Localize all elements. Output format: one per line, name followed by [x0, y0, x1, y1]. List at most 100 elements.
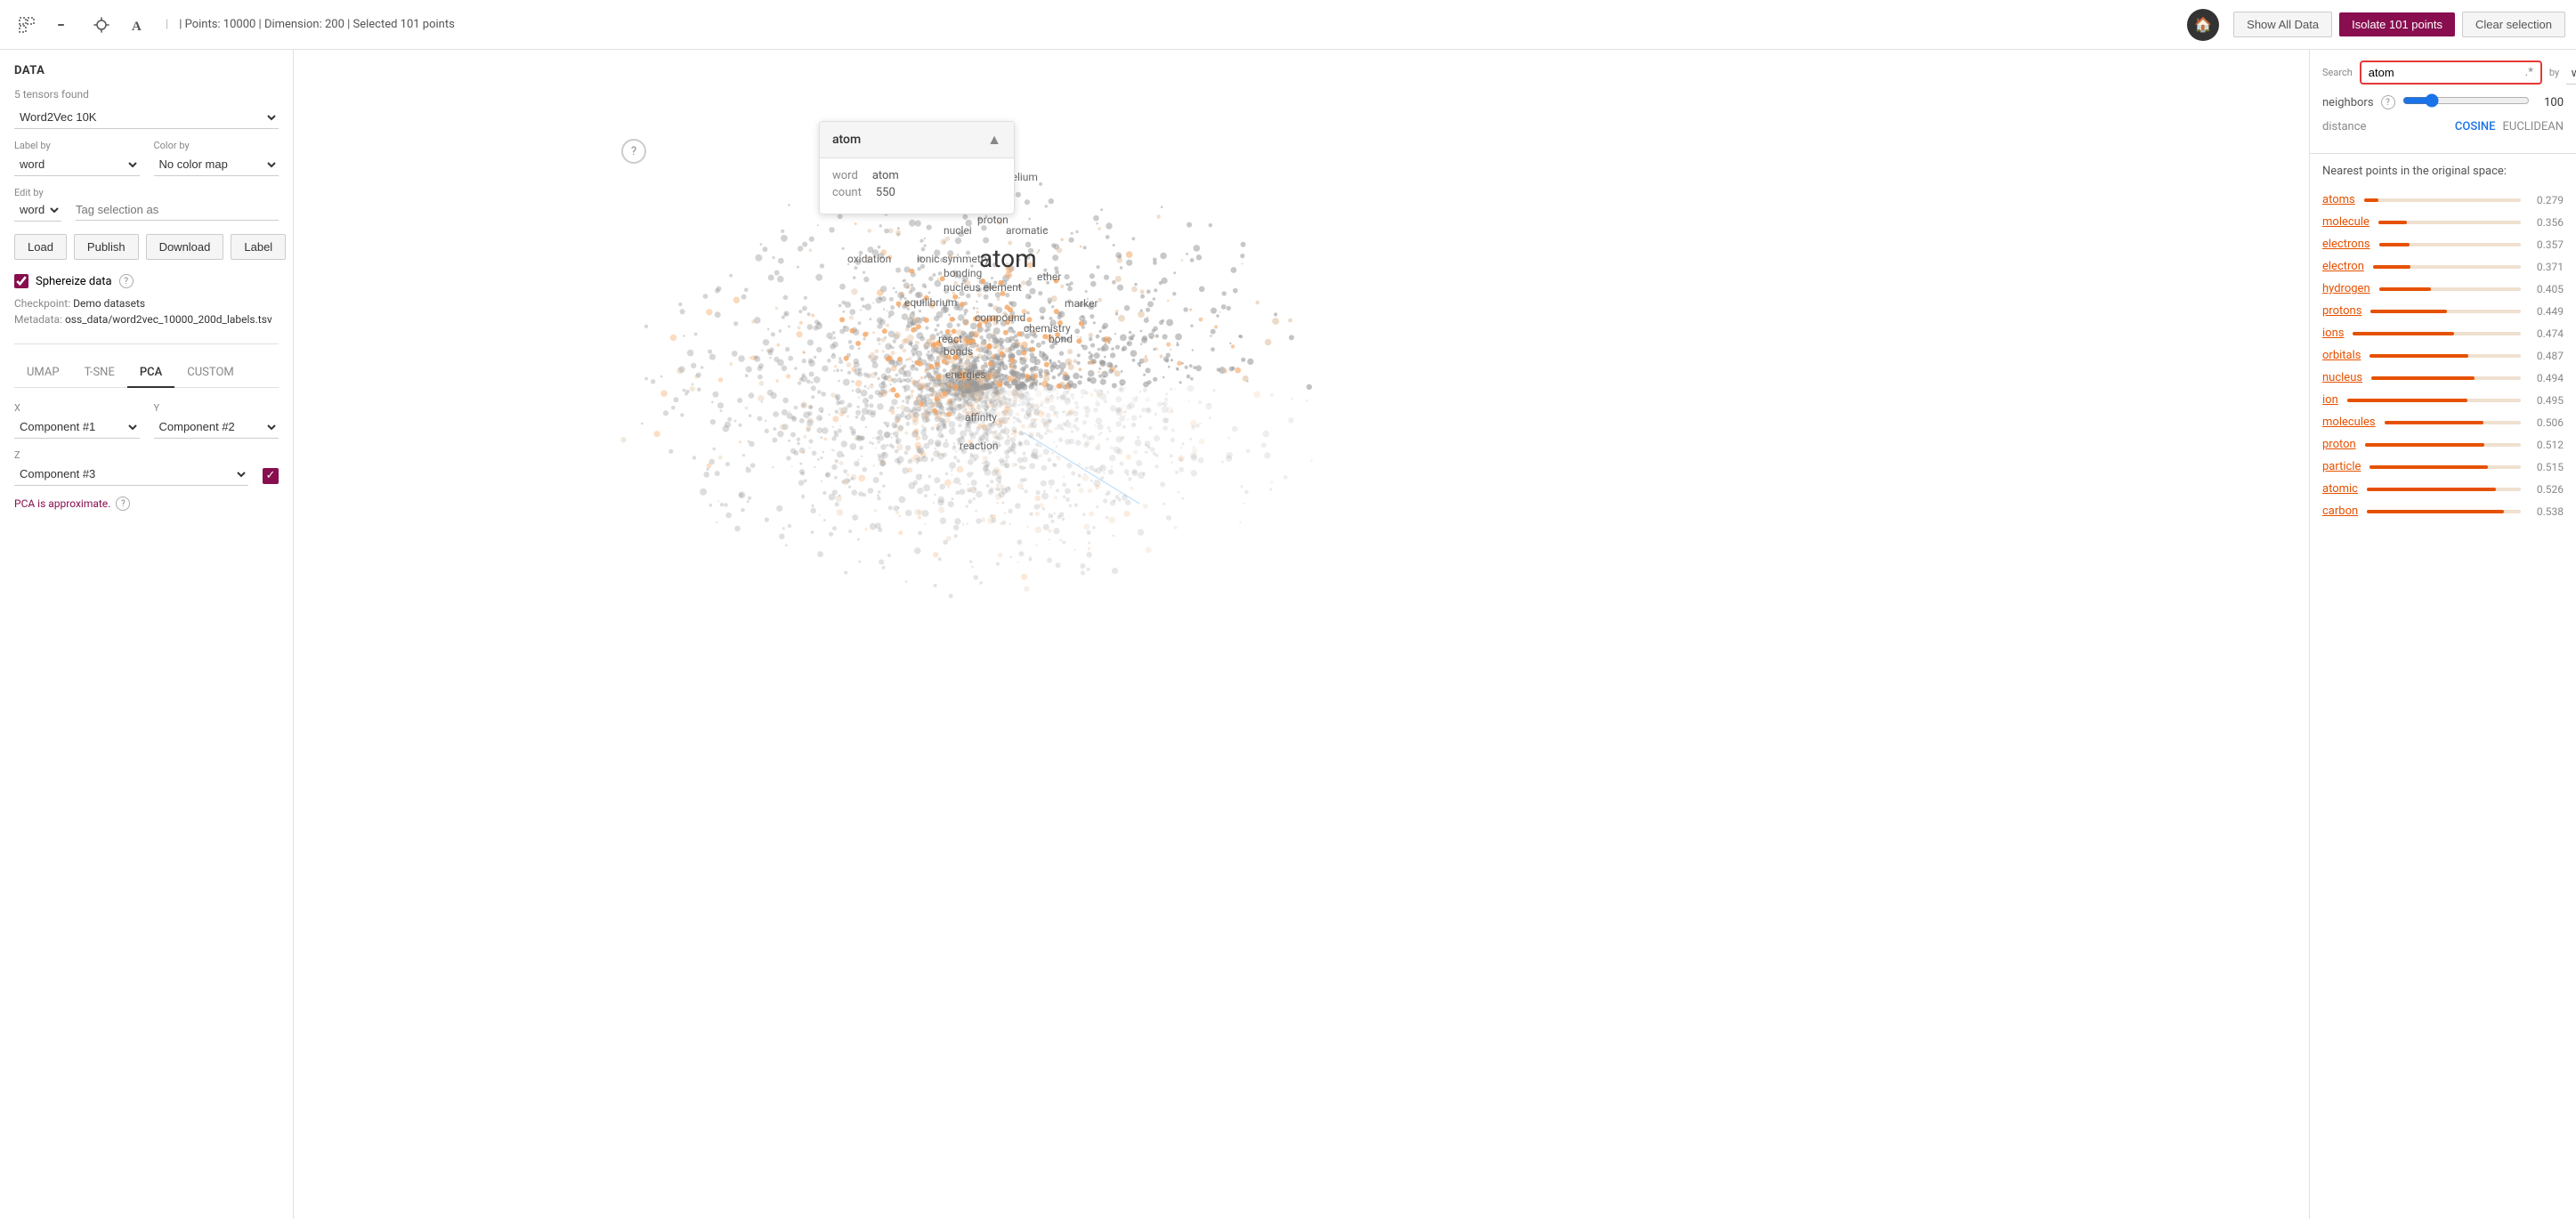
- search-regex[interactable]: .*: [2525, 66, 2533, 79]
- nearest-point-name[interactable]: atomic: [2322, 482, 2358, 496]
- edit-by-select[interactable]: word: [14, 198, 61, 222]
- search-section: Search .* by word neighbors ? 100: [2310, 50, 2576, 154]
- nearest-points-list: atoms 0.279 molecule 0.356 electrons 0.3…: [2322, 189, 2564, 522]
- nearest-point-bar: [2373, 265, 2410, 269]
- nearest-point-name[interactable]: ion: [2322, 393, 2338, 407]
- z-component-col: Z Component #3 Component #1 Component #2: [14, 449, 248, 486]
- nearest-point-name[interactable]: ions: [2322, 327, 2344, 340]
- load-button[interactable]: Load: [14, 234, 67, 260]
- nearest-section: Nearest points in the original space: at…: [2310, 154, 2576, 533]
- neighbors-help-icon[interactable]: ?: [2381, 95, 2395, 109]
- atom-card-close[interactable]: ▲: [987, 131, 1001, 149]
- nearest-point-name[interactable]: electrons: [2322, 238, 2370, 251]
- nearest-point-value: 0.356: [2530, 216, 2564, 229]
- text-icon[interactable]: A: [123, 9, 155, 41]
- by-label: by: [2549, 67, 2559, 78]
- by-select[interactable]: word: [2566, 61, 2576, 85]
- nearest-point-name[interactable]: orbitals: [2322, 349, 2361, 362]
- nearest-point-name[interactable]: proton: [2322, 438, 2356, 451]
- sphereize-label: Sphereize data: [36, 275, 112, 288]
- cosine-button[interactable]: COSINE: [2455, 120, 2496, 133]
- search-input[interactable]: [2369, 66, 2525, 79]
- color-by-select[interactable]: No color map: [154, 153, 279, 176]
- euclidean-button[interactable]: EUCLIDEAN: [2503, 120, 2564, 133]
- visualization-canvas[interactable]: ? ionsacidshydrogenheliumammoniamolecule…: [294, 50, 2309, 1219]
- show-all-button[interactable]: Show All Data: [2233, 12, 2332, 37]
- tensor-select[interactable]: Word2Vec 10K: [14, 106, 279, 129]
- nearest-point-bar-wrap: [2385, 421, 2521, 424]
- tag-selection-input[interactable]: [76, 199, 279, 221]
- night-mode-icon[interactable]: [48, 9, 80, 41]
- nearest-point-value: 0.371: [2530, 261, 2564, 273]
- label-by-label: Label by: [14, 140, 140, 151]
- nearest-point-item[interactable]: nucleus 0.494: [2322, 367, 2564, 389]
- nearest-point-name[interactable]: carbon: [2322, 505, 2358, 518]
- pca-help-icon[interactable]: ?: [116, 496, 130, 511]
- nearest-point-name[interactable]: molecule: [2322, 215, 2369, 229]
- nearest-point-bar-wrap: [2347, 399, 2521, 402]
- y-component-select[interactable]: Component #2 Component #1 Component #3: [154, 416, 279, 439]
- nearest-point-item[interactable]: ion 0.495: [2322, 389, 2564, 411]
- download-button[interactable]: Download: [146, 234, 224, 260]
- nearest-point-item[interactable]: electrons 0.357: [2322, 233, 2564, 255]
- nearest-point-name[interactable]: nucleus: [2322, 371, 2362, 384]
- nearest-point-value: 0.487: [2530, 350, 2564, 362]
- nearest-point-name[interactable]: protons: [2322, 304, 2361, 318]
- nearest-point-item[interactable]: molecules 0.506: [2322, 411, 2564, 433]
- tab-umap[interactable]: UMAP: [14, 359, 72, 388]
- nearest-point-item[interactable]: atoms 0.279: [2322, 189, 2564, 211]
- z-component-select[interactable]: Component #3 Component #1 Component #2: [14, 463, 248, 486]
- home-button[interactable]: 🏠: [2187, 9, 2219, 41]
- sphereize-checkbox[interactable]: [14, 274, 28, 288]
- nearest-point-item[interactable]: molecule 0.356: [2322, 211, 2564, 233]
- publish-button[interactable]: Publish: [74, 234, 139, 260]
- nearest-point-item[interactable]: particle 0.515: [2322, 456, 2564, 478]
- atom-card-count-val: 550: [876, 186, 895, 199]
- x-component-select[interactable]: Component #1 Component #2 Component #3: [14, 416, 140, 439]
- pca-warning-text: PCA is approximate.: [14, 497, 110, 510]
- point-cloud-svg: [294, 50, 2309, 1219]
- nearest-point-name[interactable]: molecules: [2322, 416, 2376, 429]
- nearest-point-name[interactable]: electron: [2322, 260, 2364, 273]
- nearest-point-name[interactable]: particle: [2322, 460, 2361, 473]
- projection-tabs: UMAP T-SNE PCA CUSTOM: [14, 359, 279, 388]
- neighbors-slider[interactable]: [2402, 93, 2530, 108]
- nearest-point-item[interactable]: ions 0.474: [2322, 322, 2564, 344]
- nearest-point-bar-wrap: [2370, 310, 2521, 313]
- z-checkbox[interactable]: [263, 468, 279, 484]
- nearest-point-name[interactable]: atoms: [2322, 193, 2355, 206]
- nearest-point-item[interactable]: electron 0.371: [2322, 255, 2564, 278]
- nearest-point-item[interactable]: atomic 0.526: [2322, 478, 2564, 500]
- atom-card-word-val: atom: [872, 169, 899, 182]
- nearest-point-bar: [2370, 310, 2447, 313]
- nearest-point-value: 0.495: [2530, 394, 2564, 407]
- nearest-point-value: 0.449: [2530, 305, 2564, 318]
- tab-pca[interactable]: PCA: [127, 359, 174, 388]
- isolate-button[interactable]: Isolate 101 points: [2339, 12, 2455, 36]
- nearest-point-bar: [2369, 465, 2488, 469]
- label-by-select[interactable]: word: [14, 153, 140, 176]
- nearest-point-item[interactable]: hydrogen 0.405: [2322, 278, 2564, 300]
- nearest-point-item[interactable]: protons 0.449: [2322, 300, 2564, 322]
- nearest-point-name[interactable]: hydrogen: [2322, 282, 2370, 295]
- clear-selection-button[interactable]: Clear selection: [2462, 12, 2565, 37]
- y-component-col: Y Component #2 Component #1 Component #3: [154, 402, 279, 439]
- nearest-point-item[interactable]: orbitals 0.487: [2322, 344, 2564, 367]
- nearest-point-bar: [2365, 443, 2484, 447]
- nearest-point-value: 0.494: [2530, 372, 2564, 384]
- nearest-point-item[interactable]: proton 0.512: [2322, 433, 2564, 456]
- tab-custom[interactable]: CUSTOM: [174, 359, 246, 388]
- sphereize-help-icon[interactable]: ?: [119, 274, 134, 288]
- color-by-col: Color by No color map: [154, 140, 279, 176]
- tab-tsne[interactable]: T-SNE: [72, 359, 127, 388]
- x-component-col: X Component #1 Component #2 Component #3: [14, 402, 140, 439]
- tensors-found: 5 tensors found: [14, 88, 279, 101]
- label-button[interactable]: Label: [231, 234, 286, 260]
- moon-icon[interactable]: [85, 9, 117, 41]
- atom-card-word-row: word atom: [832, 169, 1001, 182]
- nearest-point-item[interactable]: carbon 0.538: [2322, 500, 2564, 522]
- nearest-point-bar: [2385, 421, 2484, 424]
- nearest-point-bar-wrap: [2367, 488, 2521, 491]
- nearest-point-value: 0.526: [2530, 483, 2564, 496]
- select-box-icon[interactable]: [11, 9, 43, 41]
